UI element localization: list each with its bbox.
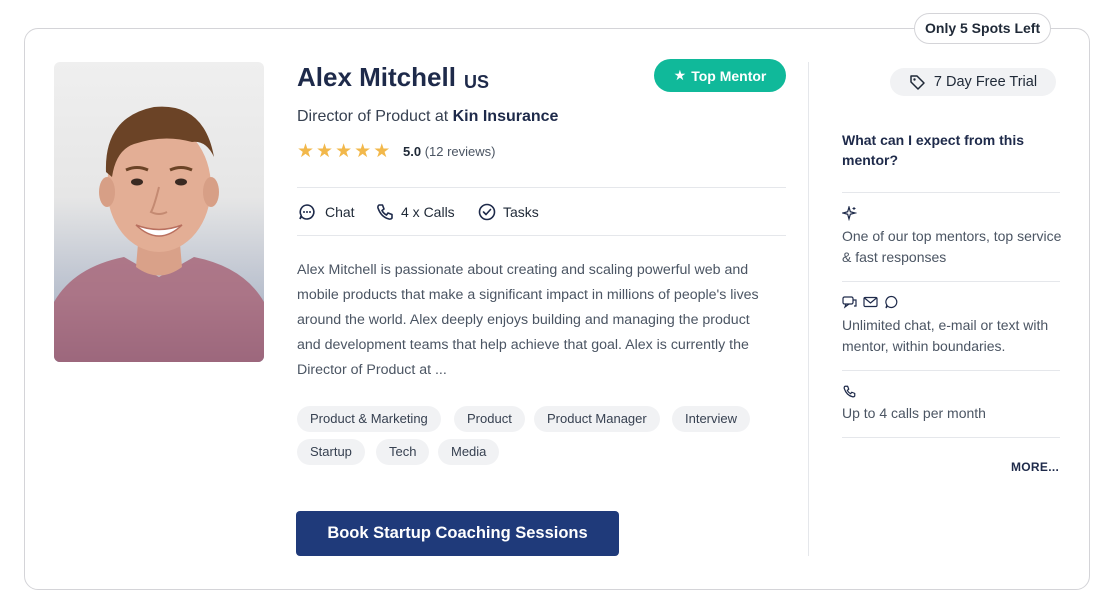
divider [297, 187, 786, 188]
tag-chip[interactable]: Interview [672, 406, 751, 432]
divider [842, 370, 1060, 371]
mentor-photo [54, 62, 264, 362]
star-icon: ★ [316, 141, 334, 162]
free-trial-badge: 7 Day Free Trial [890, 68, 1056, 96]
rating-value: 5.0 [403, 144, 422, 159]
star-icon: ★ [335, 141, 353, 162]
divider [297, 235, 786, 236]
review-count[interactable]: (12 reviews) [425, 144, 496, 159]
expect-item-text: Up to 4 calls per month [842, 405, 986, 421]
check-circle-icon [478, 203, 496, 221]
feature-calls-label: 4 x Calls [401, 204, 455, 220]
star-icon: ★ [673, 67, 687, 83]
expect-heading: What can I expect from this mentor? [842, 132, 1025, 168]
mentor-role: Director of Product at Kin Insurance [297, 108, 558, 126]
mentor-name[interactable]: Alex Mitchell [297, 62, 456, 93]
rating-stars: ★ ★ ★ ★ ★ [297, 142, 390, 161]
rating-summary: 5.0 (12 reviews) [403, 144, 496, 159]
chat-mail-icons [842, 295, 899, 309]
tag-chip[interactable]: Product [454, 406, 525, 432]
feature-tasks-label: Tasks [503, 204, 539, 220]
top-mentor-badge: ★ Top Mentor [654, 59, 786, 92]
sparkle-icon [842, 206, 857, 221]
tag-chip[interactable]: Product & Marketing [297, 406, 441, 432]
feature-calls: 4 x Calls [375, 202, 455, 222]
free-trial-label: 7 Day Free Trial [933, 74, 1038, 90]
phone-icon [377, 204, 393, 220]
feature-chat-label: Chat [325, 204, 355, 220]
more-link[interactable]: MORE... [1011, 460, 1059, 474]
expect-item-text: One of our top mentors, top service & fa… [842, 228, 1062, 265]
company-name: Kin Insurance [452, 108, 559, 125]
tag-chip[interactable]: Startup [297, 439, 365, 465]
spots-left-badge: Only 5 Spots Left [914, 13, 1052, 44]
chat-bubble-icon [299, 204, 315, 220]
divider [842, 281, 1060, 282]
message-icon [885, 295, 898, 309]
star-icon: ★ [373, 141, 391, 162]
divider [842, 437, 1060, 438]
feature-tasks: Tasks [477, 202, 539, 222]
mentor-country: US [464, 72, 490, 92]
feature-chat: Chat [297, 202, 355, 222]
tag-chip[interactable]: Tech [376, 439, 430, 465]
mentor-description: Alex Mitchell is passionate about creati… [297, 262, 759, 378]
book-sessions-button[interactable]: Book Startup Coaching Sessions [296, 511, 619, 556]
tag-chip[interactable]: Media [438, 439, 500, 465]
expect-item-text: Unlimited chat, e-mail or text with ment… [842, 317, 1049, 354]
star-icon: ★ [354, 141, 372, 162]
role-prefix: Director of Product at [297, 108, 449, 125]
chat-icon [842, 296, 857, 309]
badge-label: Top Mentor [691, 67, 767, 84]
phone-icon [842, 384, 857, 399]
mail-icon [863, 296, 878, 308]
divider [842, 192, 1060, 193]
star-icon: ★ [297, 141, 315, 162]
mentor-portrait-image [54, 106, 264, 362]
tag-chip[interactable]: Product Manager [534, 406, 660, 432]
column-divider [808, 62, 809, 556]
tag-icon [910, 74, 925, 90]
